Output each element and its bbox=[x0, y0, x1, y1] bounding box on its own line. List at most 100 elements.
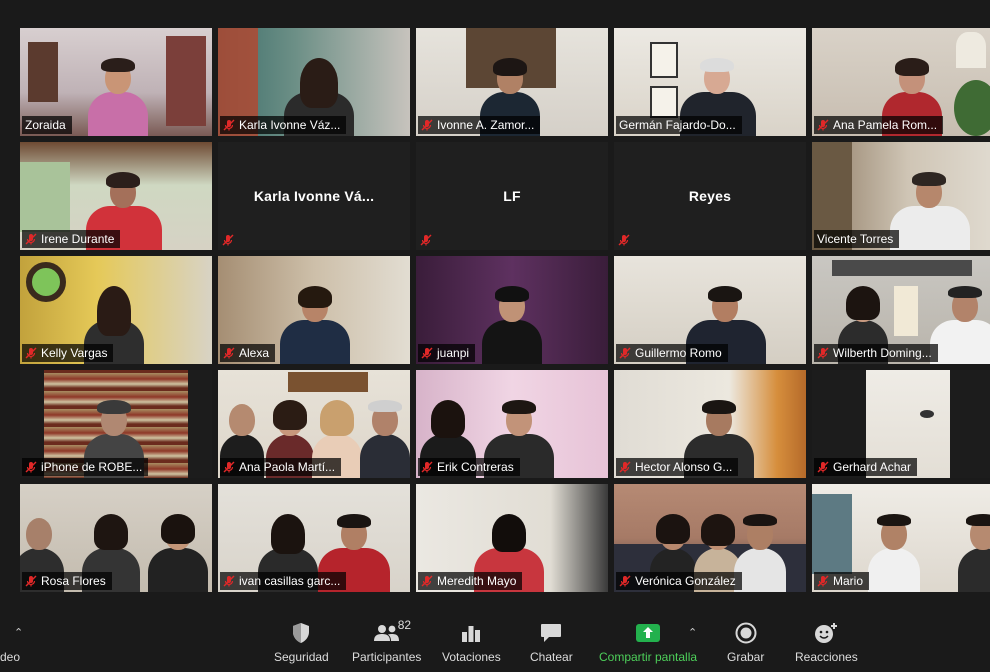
microphone-muted-icon bbox=[421, 119, 433, 131]
participant-tile[interactable]: Ivonne A. Zamor... bbox=[416, 28, 608, 136]
participant-label: Meredith Mayo bbox=[418, 572, 523, 590]
shield-icon bbox=[293, 623, 310, 643]
participant-name: Guillermo Romo bbox=[635, 346, 722, 360]
video-stage: Zoraida Karla Ivonne Váz... Ivonne A. Za… bbox=[0, 0, 990, 612]
microphone-muted-icon bbox=[223, 461, 235, 473]
record-icon bbox=[735, 622, 757, 644]
participant-tile-video-off[interactable]: Reyes bbox=[614, 142, 806, 250]
microphone-muted-icon bbox=[421, 575, 433, 587]
microphone-muted-icon bbox=[619, 461, 631, 473]
participant-tile[interactable]: Alexa bbox=[218, 256, 410, 364]
microphone-muted-icon bbox=[421, 347, 433, 359]
participant-label: Karla Ivonne Váz... bbox=[220, 116, 347, 134]
participant-label: Hector Alonso G... bbox=[616, 458, 739, 476]
participant-tile[interactable]: Wilberth Doming... bbox=[812, 256, 990, 364]
microphone-muted-icon bbox=[817, 461, 829, 473]
smiley-plus-icon bbox=[815, 623, 838, 643]
microphone-muted-icon bbox=[421, 461, 433, 473]
participant-name: ivan casillas garc... bbox=[239, 574, 341, 588]
participant-tile[interactable]: juanpi bbox=[416, 256, 608, 364]
participant-name: Karla Ivonne Váz... bbox=[239, 118, 341, 132]
bar-chart-icon bbox=[462, 626, 481, 642]
participant-name: juanpi bbox=[437, 346, 470, 360]
chat-label: Chatear bbox=[530, 650, 573, 664]
microphone-muted-icon bbox=[222, 234, 234, 246]
participant-display-name: LF bbox=[503, 188, 521, 204]
participant-label: Ana Pamela Rom... bbox=[814, 116, 944, 134]
microphone-muted-icon bbox=[223, 347, 235, 359]
security-button[interactable]: Seguridad bbox=[274, 620, 329, 664]
participant-label: Vicente Torres bbox=[814, 230, 900, 248]
participant-label: Guillermo Romo bbox=[616, 344, 728, 362]
participant-label: Ana Paola Martí... bbox=[220, 458, 342, 476]
share-screen-icon bbox=[636, 624, 661, 642]
participant-label: juanpi bbox=[418, 344, 476, 362]
microphone-muted-icon bbox=[817, 119, 829, 131]
participant-tile-active-speaker[interactable]: Germán Fajardo-Do... bbox=[614, 28, 806, 136]
participant-display-name: Karla Ivonne Vá... bbox=[253, 188, 375, 204]
share-screen-label: Compartir pantalla bbox=[599, 650, 698, 664]
reactions-label: Reacciones bbox=[795, 650, 858, 664]
meeting-toolbar: ⌃ deo Seguridad 82 Participantes Votacio… bbox=[0, 612, 990, 672]
participant-name: Ana Paola Martí... bbox=[239, 460, 336, 474]
participant-tile[interactable]: Rosa Flores bbox=[20, 484, 212, 592]
participant-label: Zoraida bbox=[22, 116, 72, 134]
people-icon bbox=[373, 625, 399, 641]
participant-name: Gerhard Achar bbox=[833, 460, 912, 474]
participant-tile[interactable]: ivan casillas garc... bbox=[218, 484, 410, 592]
participants-count-badge: 82 bbox=[397, 618, 412, 632]
participant-label: Alexa bbox=[220, 344, 276, 362]
participant-tile[interactable]: Karla Ivonne Váz... bbox=[218, 28, 410, 136]
participant-display-name: Reyes bbox=[688, 188, 732, 204]
video-button-partial-label[interactable]: deo bbox=[0, 650, 20, 664]
microphone-muted-icon bbox=[817, 347, 829, 359]
participant-name: Rosa Flores bbox=[41, 574, 106, 588]
participant-tile-video-off[interactable]: Karla Ivonne Vá... bbox=[218, 142, 410, 250]
microphone-muted-icon bbox=[619, 575, 631, 587]
reactions-button[interactable]: Reacciones bbox=[795, 620, 858, 664]
participant-tile[interactable]: Vicente Torres bbox=[812, 142, 990, 250]
participant-name: Ana Pamela Rom... bbox=[833, 118, 938, 132]
participant-tile[interactable]: Kelly Vargas bbox=[20, 256, 212, 364]
chat-button[interactable]: Chatear bbox=[530, 620, 573, 664]
microphone-muted-icon bbox=[420, 234, 432, 246]
participant-tile[interactable]: Verónica González bbox=[614, 484, 806, 592]
participant-label: Ivonne A. Zamor... bbox=[418, 116, 541, 134]
polls-button[interactable]: Votaciones bbox=[442, 620, 501, 664]
participant-tile[interactable]: Zoraida bbox=[20, 28, 212, 136]
microphone-muted-icon bbox=[25, 461, 37, 473]
participant-name: Erik Contreras bbox=[437, 460, 514, 474]
participant-label: ivan casillas garc... bbox=[220, 572, 347, 590]
participant-tile-video-off[interactable]: LF bbox=[416, 142, 608, 250]
participant-tile[interactable]: Gerhard Achar bbox=[812, 370, 990, 478]
participant-name: Zoraida bbox=[25, 118, 66, 132]
participant-label: Gerhard Achar bbox=[814, 458, 918, 476]
participant-name: Vicente Torres bbox=[817, 232, 894, 246]
participant-tile[interactable]: Ana Pamela Rom... bbox=[812, 28, 990, 136]
chat-bubble-icon bbox=[541, 624, 562, 642]
participants-button[interactable]: 82 Participantes bbox=[352, 618, 422, 664]
participant-tile[interactable]: Irene Durante bbox=[20, 142, 212, 250]
participant-tile[interactable]: Ana Paola Martí... bbox=[218, 370, 410, 478]
participant-tile[interactable]: Meredith Mayo bbox=[416, 484, 608, 592]
participant-label: Irene Durante bbox=[22, 230, 121, 248]
participant-tile[interactable]: iPhone de ROBE... bbox=[20, 370, 212, 478]
gallery-grid: Zoraida Karla Ivonne Váz... Ivonne A. Za… bbox=[20, 28, 990, 592]
participant-name: Germán Fajardo-Do... bbox=[619, 118, 736, 132]
microphone-muted-icon bbox=[817, 575, 829, 587]
record-button[interactable]: Grabar bbox=[727, 620, 764, 664]
participant-tile[interactable]: Guillermo Romo bbox=[614, 256, 806, 364]
security-label: Seguridad bbox=[274, 650, 329, 664]
participants-label: Participantes bbox=[352, 650, 422, 664]
participant-label: Mario bbox=[814, 572, 870, 590]
participant-label: Erik Contreras bbox=[418, 458, 520, 476]
participant-tile[interactable]: Hector Alonso G... bbox=[614, 370, 806, 478]
participant-tile[interactable]: Mario bbox=[812, 484, 990, 592]
participant-label: Verónica González bbox=[616, 572, 742, 590]
participant-tile[interactable]: Erik Contreras bbox=[416, 370, 608, 478]
polls-label: Votaciones bbox=[442, 650, 501, 664]
chevron-up-icon[interactable]: ⌃ bbox=[688, 626, 697, 639]
microphone-muted-icon bbox=[223, 119, 235, 131]
share-screen-button[interactable]: Compartir pantalla bbox=[599, 620, 697, 664]
chevron-up-icon[interactable]: ⌃ bbox=[14, 626, 23, 639]
